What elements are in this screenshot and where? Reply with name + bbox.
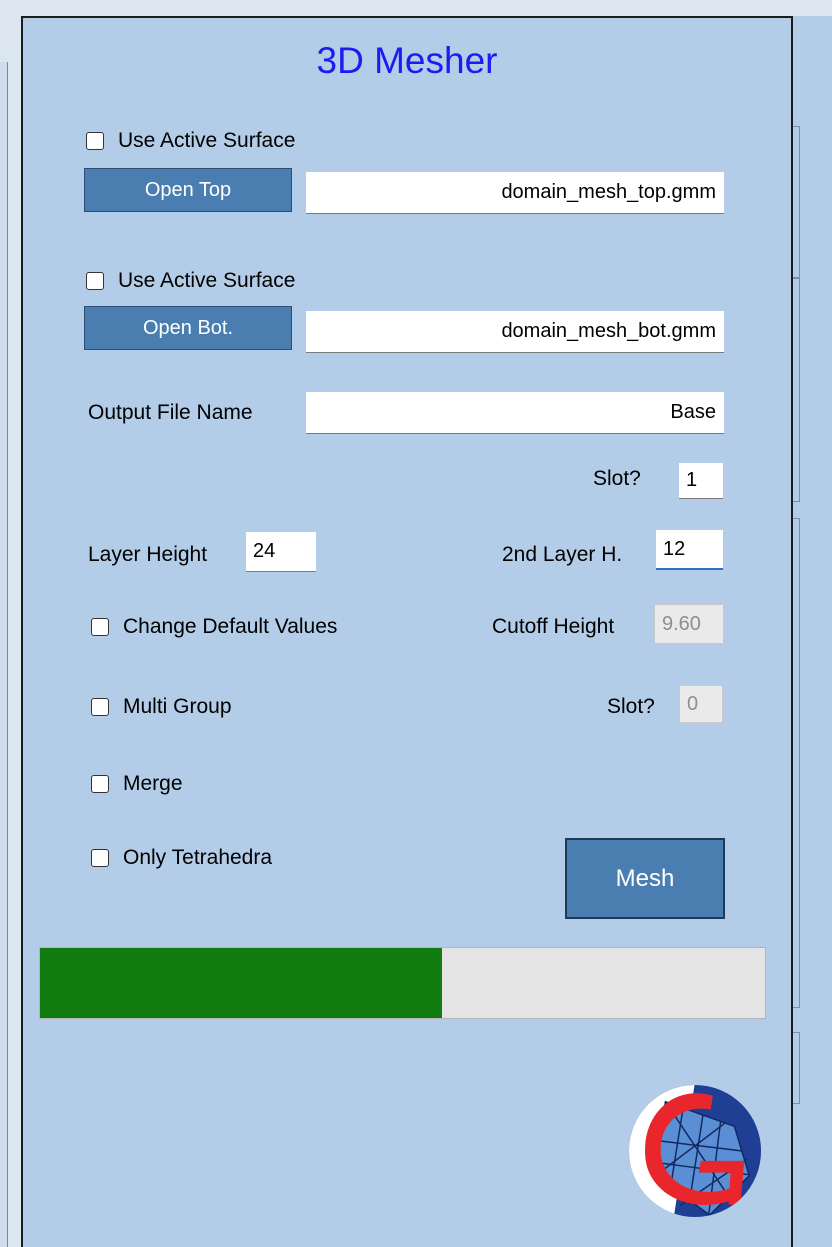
cutoff-height-field[interactable]: 9.60 xyxy=(654,604,724,644)
checkbox-box[interactable] xyxy=(91,849,109,867)
mesher-panel: 3D Mesher Use Active Surface Open Top do… xyxy=(21,16,793,1247)
top-use-active-checkbox[interactable]: Use Active Surface xyxy=(86,129,295,153)
merge-checkbox[interactable]: Merge xyxy=(91,772,183,796)
gmesh-logo-icon xyxy=(628,1084,762,1218)
output-file-field[interactable]: Base xyxy=(306,392,724,434)
checkbox-label: Change Default Values xyxy=(123,615,338,638)
strip-divider xyxy=(793,1032,800,1104)
output-file-label: Output File Name xyxy=(88,401,253,424)
open-bot-button[interactable]: Open Bot. xyxy=(84,306,292,350)
checkbox-box[interactable] xyxy=(86,272,104,290)
checkbox-label: Use Active Surface xyxy=(118,129,296,152)
strip-divider xyxy=(793,518,800,1008)
checkbox-label: Only Tetrahedra xyxy=(123,846,273,869)
layer-height-field[interactable]: 24 xyxy=(246,532,316,572)
panel-title: 3D Mesher xyxy=(316,40,498,81)
progress-bar-fill xyxy=(40,948,443,1018)
strip-divider xyxy=(793,126,800,278)
group-slot-field[interactable]: 0 xyxy=(679,685,723,723)
checkbox-label: Use Active Surface xyxy=(118,269,296,292)
checkbox-label: Multi Group xyxy=(123,695,232,718)
checkbox-box[interactable] xyxy=(91,618,109,636)
top-file-field[interactable]: domain_mesh_top.gmm xyxy=(306,172,724,214)
change-default-values-checkbox[interactable]: Change Default Values xyxy=(91,615,337,639)
slot-label: Slot? xyxy=(593,467,641,490)
second-layer-height-field[interactable]: 12 xyxy=(656,530,723,570)
bot-use-active-checkbox[interactable]: Use Active Surface xyxy=(86,269,295,293)
checkbox-label: Merge xyxy=(123,772,183,795)
only-tetrahedra-checkbox[interactable]: Only Tetrahedra xyxy=(91,846,272,870)
group-slot-label: Slot? xyxy=(607,695,655,718)
bot-file-field[interactable]: domain_mesh_bot.gmm xyxy=(306,311,724,353)
open-top-button[interactable]: Open Top xyxy=(84,168,292,212)
second-layer-height-label: 2nd Layer H. xyxy=(502,543,623,566)
progress-bar xyxy=(39,947,766,1019)
checkbox-box[interactable] xyxy=(91,698,109,716)
right-side-strip xyxy=(793,16,832,1247)
strip-divider xyxy=(793,278,800,502)
left-window-edge xyxy=(0,62,8,1247)
layer-height-label: Layer Height xyxy=(88,543,208,566)
checkbox-box[interactable] xyxy=(86,132,104,150)
checkbox-box[interactable] xyxy=(91,775,109,793)
cutoff-height-label: Cutoff Height xyxy=(492,615,615,638)
slot-field[interactable]: 1 xyxy=(679,463,723,499)
mesh-button[interactable]: Mesh xyxy=(565,838,725,919)
multi-group-checkbox[interactable]: Multi Group xyxy=(91,695,232,719)
